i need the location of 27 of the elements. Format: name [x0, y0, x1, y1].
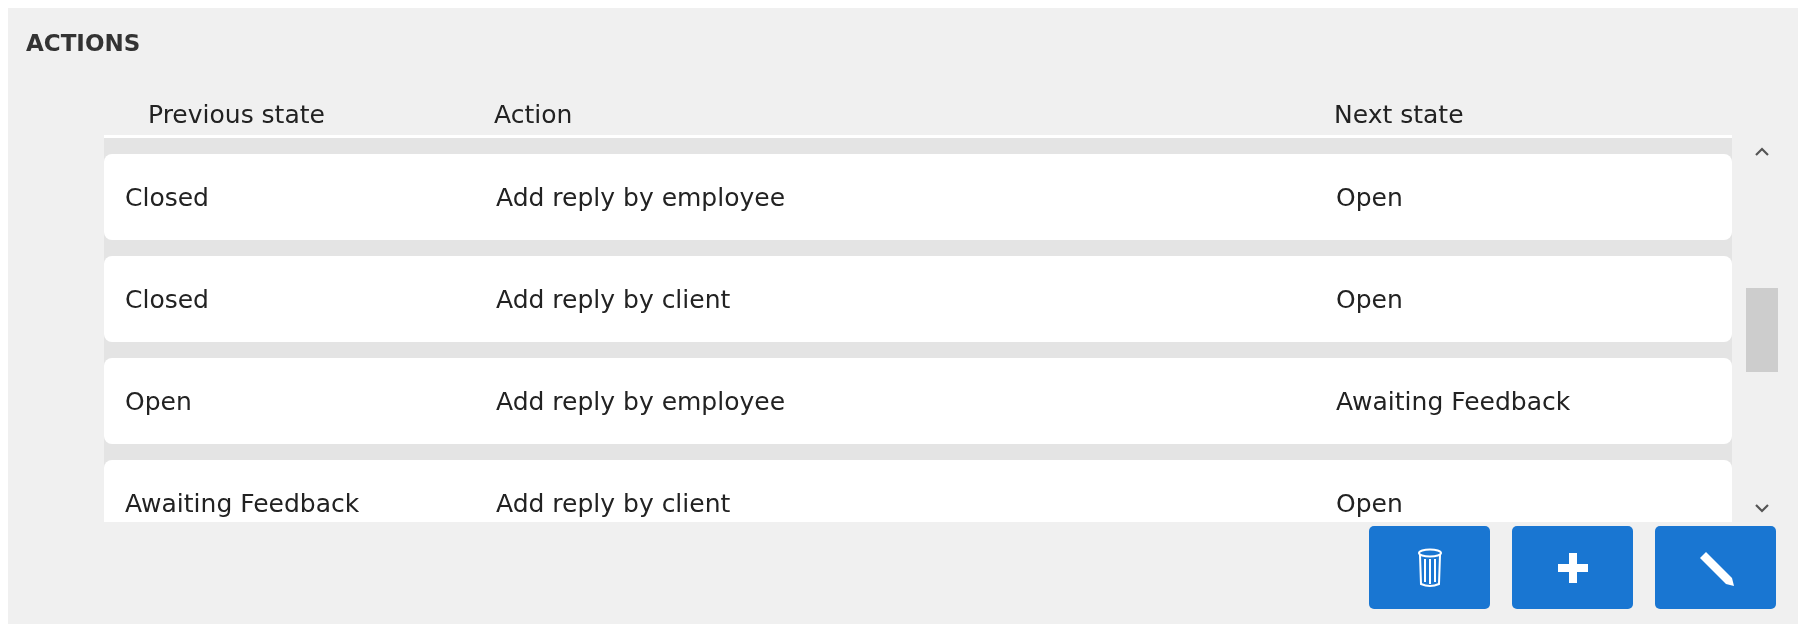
edit-button[interactable] [1655, 526, 1776, 609]
scroll-down-icon[interactable] [1753, 502, 1771, 514]
table-cell-text: Add reply by employee [496, 386, 787, 416]
table-row[interactable]: Closed Add reply by client Open [104, 256, 1732, 342]
table-cell-text: Closed [124, 284, 210, 314]
table-row[interactable]: Awaiting Feedback Add reply by client Open [104, 460, 1732, 522]
scrollbar-thumb[interactable] [1746, 288, 1778, 372]
column-header: Action [493, 100, 574, 129]
table-cell-text: Open [1336, 488, 1404, 518]
add-button[interactable] [1512, 526, 1633, 609]
table-cell-text: Awaiting Feedback [124, 488, 361, 518]
scroll-up-icon[interactable] [1753, 146, 1771, 158]
table-row[interactable]: Open Add reply by employee Awaiting Feedback [104, 358, 1732, 444]
table-cell-text: Open [124, 386, 193, 416]
table-cell-text: Add reply by employee [496, 182, 787, 212]
delete-button[interactable] [1369, 526, 1490, 609]
table-cell-text: Add reply by client [496, 488, 732, 518]
table-cell-text: Awaiting Feedback [1336, 386, 1572, 416]
table-cell-text: Closed [124, 182, 210, 212]
section-title: ACTIONS [26, 30, 142, 58]
table-row[interactable]: Closed Add reply by employee Open [104, 154, 1732, 240]
table-cell-text: Open [1336, 284, 1404, 314]
table-cell-text: Add reply by client [496, 284, 732, 314]
column-header: Next state [1333, 100, 1465, 129]
table-cell-text: Open [1336, 182, 1404, 212]
trash-icon [1416, 547, 1443, 588]
column-header: Previous state [147, 100, 326, 129]
